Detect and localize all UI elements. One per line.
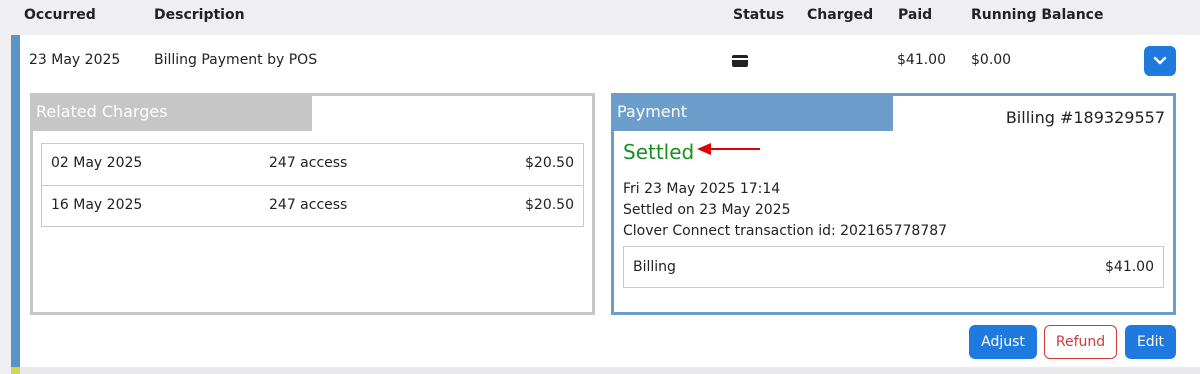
related-charges-panel: Related Charges 02 May 2025 247 access $… xyxy=(30,93,595,315)
credit-card-icon xyxy=(732,55,748,67)
transaction-running-balance: $0.00 xyxy=(971,52,1012,68)
charge-amount: $20.50 xyxy=(525,155,574,171)
transaction-date: 23 May 2025 xyxy=(29,52,121,68)
billing-number: Billing #189329557 xyxy=(1005,108,1165,127)
header-occurred: Occurred xyxy=(24,7,96,23)
related-charges-table: 02 May 2025 247 access $20.50 16 May 202… xyxy=(41,143,584,227)
charge-description: 247 access xyxy=(269,155,348,171)
charge-amount: $20.50 xyxy=(525,197,574,213)
row-accent-bar xyxy=(11,35,20,367)
billing-amount: $41.00 xyxy=(1105,259,1154,275)
header-paid: Paid xyxy=(898,7,933,23)
header-description: Description xyxy=(154,7,245,23)
header-charged: Charged xyxy=(807,7,874,23)
charge-date: 16 May 2025 xyxy=(51,197,143,213)
header-status: Status xyxy=(733,7,785,23)
table-row: 16 May 2025 247 access $20.50 xyxy=(42,185,583,226)
adjust-button[interactable]: Adjust xyxy=(969,325,1037,359)
payment-tab: Payment xyxy=(611,93,893,131)
chevron-down-icon xyxy=(1153,56,1167,65)
billing-line-item: Billing $41.00 xyxy=(623,246,1164,288)
refund-button[interactable]: Refund xyxy=(1044,325,1117,359)
expand-toggle-button[interactable] xyxy=(1144,46,1176,76)
transaction-paid: $41.00 xyxy=(897,52,946,68)
charge-date: 02 May 2025 xyxy=(51,155,143,171)
payment-transaction-id: Clover Connect transaction id: 202165778… xyxy=(623,223,948,239)
payment-panel: Payment Billing #189329557 Settled Fri 2… xyxy=(611,93,1176,315)
header-running-balance: Running Balance xyxy=(971,7,1104,23)
table-row: 02 May 2025 247 access $20.50 xyxy=(42,144,583,185)
payment-status: Settled xyxy=(623,140,695,164)
billing-label: Billing xyxy=(633,259,676,275)
table-header: Occurred Description Status Charged Paid… xyxy=(0,0,1200,34)
charge-description: 247 access xyxy=(269,197,348,213)
payment-datetime: Fri 23 May 2025 17:14 xyxy=(623,181,781,197)
payment-settled-on: Settled on 23 May 2025 xyxy=(623,202,791,218)
edit-button[interactable]: Edit xyxy=(1125,325,1176,359)
related-charges-tab: Related Charges xyxy=(30,93,312,131)
transaction-description: Billing Payment by POS xyxy=(154,52,318,68)
next-row-strip xyxy=(20,367,1200,374)
next-row-accent-bar xyxy=(11,367,20,374)
arrow-left-icon xyxy=(697,143,760,155)
